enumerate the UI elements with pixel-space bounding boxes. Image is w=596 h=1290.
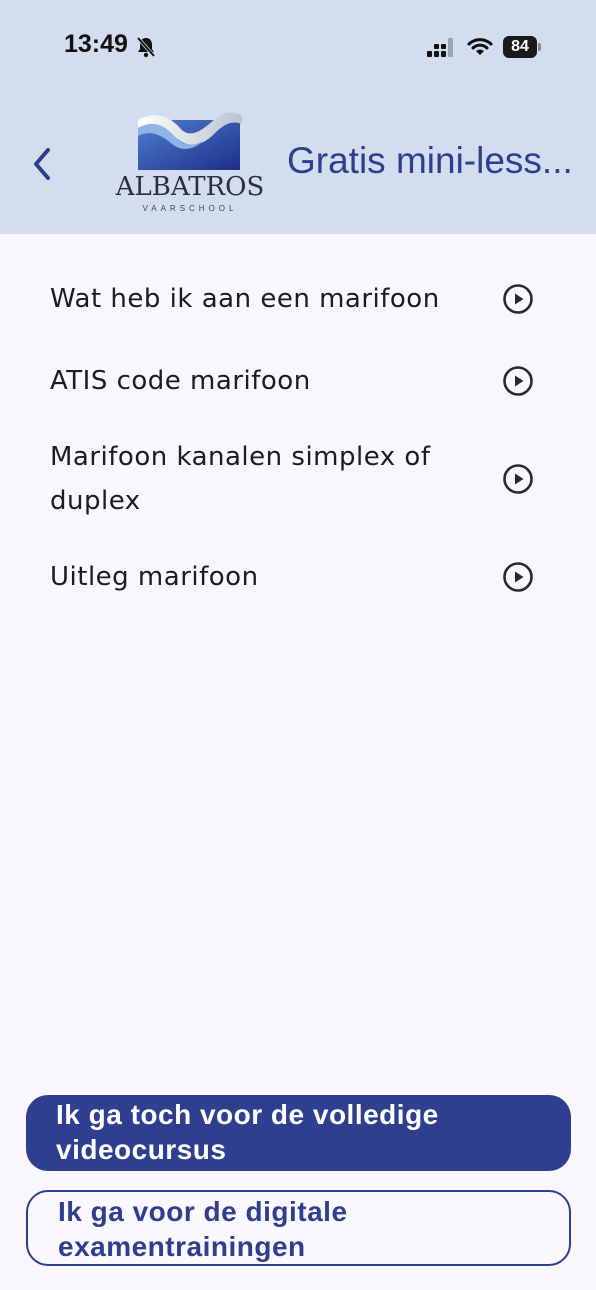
lesson-list: Wat heb ik aan een marifoon ATIS code ma… [0,258,596,618]
lesson-item[interactable]: Wat heb ik aan een marifoon [0,258,596,340]
chevron-left-icon [34,148,50,180]
signal-icon [426,38,456,62]
lesson-label: Uitleg marifoon [50,562,259,592]
bell-muted-icon [136,36,156,62]
play-circle-icon[interactable] [502,561,534,593]
full-videocourse-button[interactable]: Ik ga toch voor de volledige videocursus [26,1095,571,1171]
battery-tip [538,43,541,51]
lesson-label: ATIS code marifoon [50,366,311,396]
wifi-icon [467,36,493,62]
page-title: Gratis mini-less... [287,140,573,181]
play-circle-icon[interactable] [502,365,534,397]
logo-wordmark: ALBATROS [115,172,265,202]
lesson-label: Marifoon kanalen simplex of duplex [50,442,431,516]
lesson-item[interactable]: ATIS code marifoon [0,340,596,422]
play-circle-icon[interactable] [502,463,534,495]
status-time: 13:49 [64,30,128,58]
lesson-label: Wat heb ik aan een marifoon [50,284,440,314]
play-circle-icon[interactable] [502,283,534,315]
lesson-item[interactable]: Marifoon kanalen simplex of duplex [0,422,596,536]
albatros-logo: ALBATROS VAARSCHOOL [108,110,272,216]
back-button[interactable] [28,144,60,184]
lesson-item[interactable]: Uitleg marifoon [0,536,596,618]
logo-subtitle: VAARSCHOOL [142,204,238,213]
logo-wave-graphic [138,112,242,170]
header-bar: 13:49 84 ALBATROS VAARSCHOOL Gratis mini… [0,0,596,234]
battery-indicator: 84 [503,36,537,58]
digital-exam-training-button[interactable]: Ik ga voor de digitale examentrainingen [26,1190,571,1266]
